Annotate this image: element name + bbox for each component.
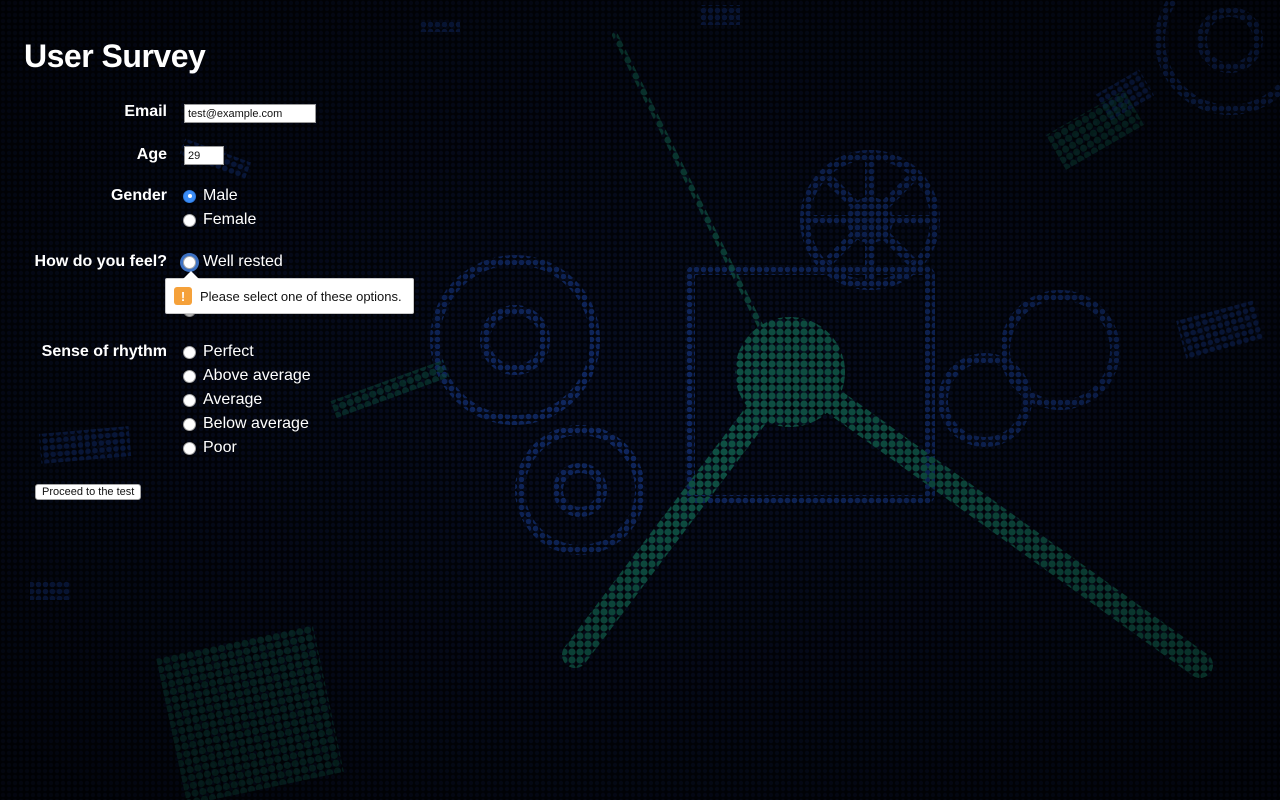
gender-female-label: Female — [203, 211, 257, 228]
validation-message: Please select one of these options. — [200, 288, 402, 304]
rhythm-above-average-label: Above average — [203, 367, 311, 384]
feel-well-rested-label: Well rested — [203, 253, 283, 270]
proceed-button[interactable]: Proceed to the test — [35, 484, 142, 500]
rhythm-perfect-label: Perfect — [203, 343, 254, 360]
feel-option-well-rested[interactable]: Well rested — [183, 252, 283, 272]
gender-male-radio[interactable] — [183, 189, 196, 203]
rhythm-label: Sense of rhythm — [41, 343, 167, 360]
gender-label: Gender — [110, 187, 167, 204]
age-label: Age — [136, 146, 167, 163]
warning-icon: ! — [174, 287, 192, 305]
rhythm-below-average-label: Below average — [203, 415, 309, 432]
rhythm-perfect-radio[interactable] — [183, 345, 196, 359]
rhythm-option-poor[interactable]: Poor — [183, 438, 237, 458]
rhythm-above-average-radio[interactable] — [183, 369, 196, 383]
rhythm-average-radio[interactable] — [183, 393, 196, 407]
validation-tooltip: ! Please select one of these options. — [165, 271, 414, 314]
gender-option-female[interactable]: Female — [183, 210, 256, 230]
gender-male-label: Male — [203, 187, 238, 204]
rhythm-option-below-average[interactable]: Below average — [183, 414, 309, 434]
page-title: User Survey — [24, 38, 206, 74]
feel-well-rested-radio[interactable] — [183, 255, 196, 269]
rhythm-below-average-radio[interactable] — [183, 417, 196, 431]
email-label: Email — [124, 103, 167, 120]
survey-page: User Survey Email Age Gender Male Female… — [0, 0, 1280, 800]
survey-form: User Survey Email Age Gender Male Female… — [0, 0, 1280, 800]
feel-label: How do you feel? — [34, 253, 167, 270]
rhythm-option-average[interactable]: Average — [183, 390, 262, 410]
rhythm-average-label: Average — [203, 391, 263, 408]
rhythm-option-above-average[interactable]: Above average — [183, 366, 311, 386]
rhythm-option-perfect[interactable]: Perfect — [183, 342, 254, 362]
rhythm-poor-radio[interactable] — [183, 441, 196, 455]
age-input[interactable] — [184, 146, 224, 165]
gender-option-male[interactable]: Male — [183, 186, 238, 206]
email-input[interactable] — [184, 104, 316, 123]
gender-female-radio[interactable] — [183, 213, 196, 227]
rhythm-poor-label: Poor — [203, 439, 237, 456]
